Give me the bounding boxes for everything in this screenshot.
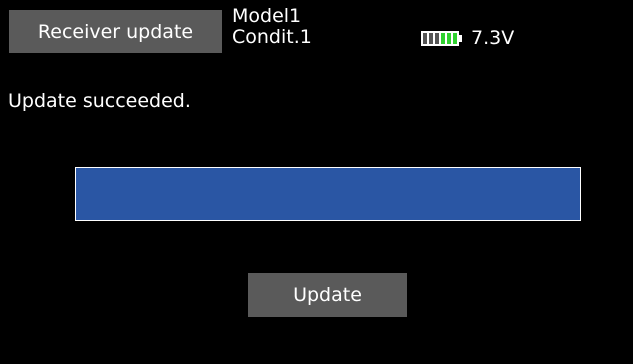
battery-icon	[421, 31, 462, 46]
screen-title: Receiver update	[37, 20, 194, 43]
progress-bar	[75, 167, 581, 221]
battery-cell	[447, 33, 451, 44]
condition-name: Condit.1	[232, 26, 312, 48]
battery-voltage: 7.3V	[471, 27, 515, 49]
battery-cell	[423, 33, 427, 44]
screen-title-tab: Receiver update	[9, 10, 222, 53]
battery-cap	[459, 35, 462, 42]
progress-bar-fill	[76, 168, 580, 220]
battery-cell	[453, 33, 457, 44]
update-button[interactable]: Update	[248, 273, 407, 317]
battery-body	[421, 31, 459, 46]
battery-cell	[429, 33, 433, 44]
battery-cell	[435, 33, 439, 44]
status-message: Update succeeded.	[8, 90, 191, 112]
battery-cell	[441, 33, 445, 44]
model-name: Model1	[232, 5, 302, 27]
model-info: Model1 Condit.1	[232, 6, 312, 48]
